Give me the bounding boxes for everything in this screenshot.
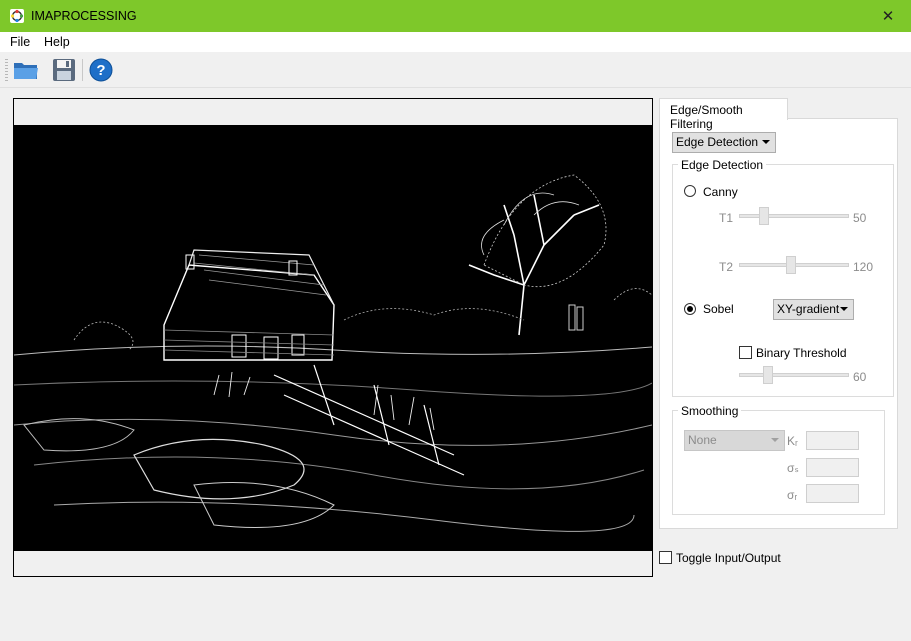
t2-value: 120 [853,260,874,274]
open-button[interactable] [12,56,40,84]
t2-slider-handle[interactable] [786,256,796,274]
filter-panel: Edge Detection Edge Detection Canny T1 5… [659,118,898,529]
menu-file[interactable]: File [10,35,30,49]
toolbar: ? [0,53,911,88]
close-button[interactable]: ✕ [865,0,911,32]
smoothing-group: Smoothing None Kᵣ σₛ σᵣ [672,404,885,515]
threshold-slider-handle[interactable] [763,366,773,384]
svg-text:?: ? [96,62,105,79]
binary-threshold-label: Binary Threshold [756,346,847,360]
filter-mode-dropdown[interactable]: Edge Detection [672,132,776,153]
smoothing-type-dropdown[interactable]: None [684,430,785,451]
tab-edge-smooth-filtering[interactable]: Edge/Smooth Filtering [659,98,788,131]
chevron-down-icon [762,140,770,144]
sigma-s-label: σₛ [787,461,799,475]
sigma-r-label: σᵣ [787,488,798,502]
toolbar-grip[interactable] [5,59,8,81]
smoothing-type-value: None [688,433,717,447]
kr-input[interactable] [806,431,859,450]
sobel-label: Sobel [703,302,734,316]
edge-detection-group: Edge Detection Canny T1 50 T2 120 Sobel … [672,158,894,397]
t2-label: T2 [719,260,734,274]
help-icon: ? [89,58,113,82]
binary-threshold-checkbox[interactable] [739,346,752,359]
threshold-slider[interactable] [739,373,849,377]
close-icon: ✕ [881,8,895,25]
save-icon [53,59,75,81]
toggle-input-output-label: Toggle Input/Output [676,551,781,565]
help-button[interactable]: ? [87,56,115,84]
title-bar: IMAPROCESSING ✕ [0,0,911,32]
t1-slider[interactable] [739,214,849,218]
t1-label: T1 [719,211,734,225]
canny-radio[interactable] [684,185,696,197]
sigma-s-input[interactable] [806,458,859,477]
edge-output-image [14,125,652,551]
image-viewer[interactable] [13,98,653,577]
radio-dot [687,306,693,312]
chevron-down-icon [840,307,848,311]
canny-label: Canny [703,185,738,199]
sobel-mode-value: XY-gradient [777,302,840,316]
folder-open-icon [14,63,38,79]
window-title: IMAPROCESSING [31,9,137,23]
save-button[interactable] [50,56,78,84]
edge-detection-title: Edge Detection [678,158,767,172]
sobel-mode-dropdown[interactable]: XY-gradient [773,299,854,320]
toolbar-separator [82,59,83,81]
tab-label: Edge/Smooth Filtering [670,103,743,131]
toggle-input-output-checkbox[interactable] [659,551,672,564]
menu-bar: File Help [0,32,911,52]
threshold-value: 60 [853,370,867,384]
kr-label: Kᵣ [787,434,798,448]
t1-slider-handle[interactable] [759,207,769,225]
sobel-radio[interactable] [684,303,696,315]
chevron-down-icon [771,438,779,442]
sigma-r-input[interactable] [806,484,859,503]
menu-help[interactable]: Help [44,35,70,49]
t1-value: 50 [853,211,867,225]
filter-mode-value: Edge Detection [676,135,759,149]
app-icon [10,9,24,23]
smoothing-title: Smoothing [678,404,742,418]
